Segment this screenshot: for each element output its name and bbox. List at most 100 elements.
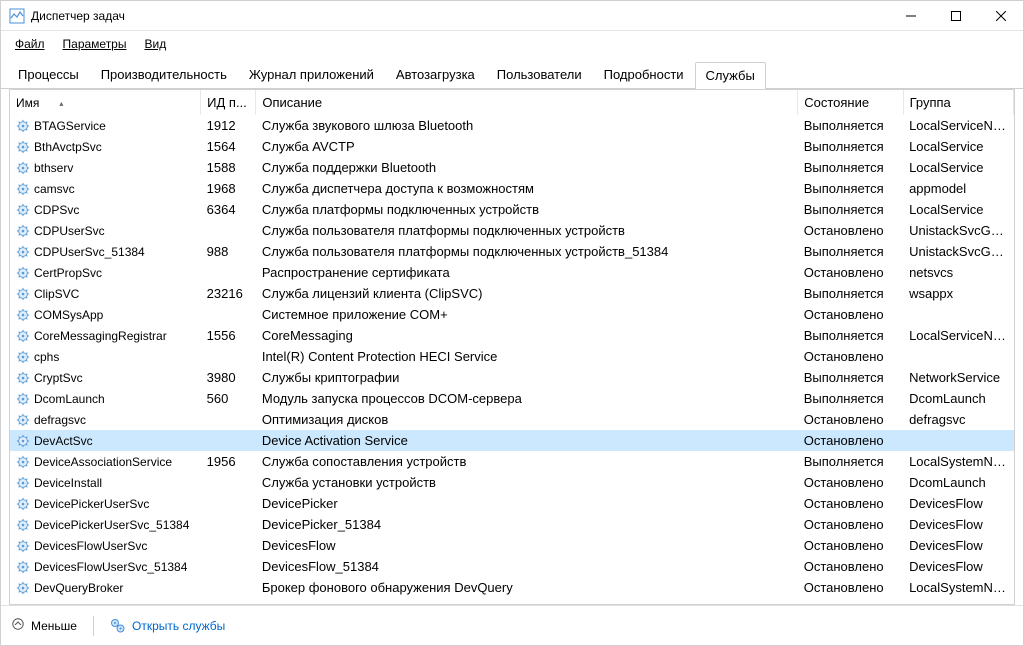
task-manager-window: Диспетчер задач Файл Параметры Вид Проце… bbox=[0, 0, 1024, 646]
cell-description: Системное приложение COM+ bbox=[256, 304, 798, 325]
tab-services[interactable]: Службы bbox=[695, 62, 766, 89]
cell-description: Служба платформы подключенных устройств bbox=[256, 199, 798, 220]
menu-options[interactable]: Параметры bbox=[55, 33, 135, 54]
table-row[interactable]: DeviceAssociationService1956Служба сопос… bbox=[10, 451, 1014, 472]
table-row[interactable]: DevQueryBrokerБрокер фонового обнаружени… bbox=[10, 577, 1014, 598]
open-services-link[interactable]: Открыть службы bbox=[110, 618, 225, 634]
cell-name: CDPUserSvc bbox=[10, 220, 201, 241]
table-row[interactable]: DevicePickerUserSvcDevicePickerОстановле… bbox=[10, 493, 1014, 514]
table-row[interactable]: cphsIntel(R) Content Protection HECI Ser… bbox=[10, 346, 1014, 367]
table-row[interactable]: CDPUserSvc_51384988Служба пользователя п… bbox=[10, 241, 1014, 262]
tab-details[interactable]: Подробности bbox=[593, 61, 695, 88]
column-header-name[interactable]: Имя▴ bbox=[10, 90, 201, 115]
cell-pid bbox=[201, 535, 256, 556]
cell-group: LocalServiceNe... bbox=[903, 115, 1013, 136]
cell-name: CDPSvc bbox=[10, 199, 201, 220]
table-row[interactable]: DevicesFlowUserSvc_51384DevicesFlow_5138… bbox=[10, 556, 1014, 577]
tab-startup[interactable]: Автозагрузка bbox=[385, 61, 486, 88]
table-row[interactable]: CDPUserSvcСлужба пользователя платформы … bbox=[10, 220, 1014, 241]
cell-name: DeviceAssociationService bbox=[10, 451, 201, 472]
cell-description: Служба пользователя платформы подключенн… bbox=[256, 241, 798, 262]
table-row[interactable]: COMSysAppСистемное приложение COM+Остано… bbox=[10, 304, 1014, 325]
cell-name: cphs bbox=[10, 346, 201, 367]
tab-users[interactable]: Пользователи bbox=[486, 61, 593, 88]
cell-group: DevicesFlow bbox=[903, 493, 1013, 514]
cell-state: Остановлено bbox=[798, 493, 903, 514]
service-gear-icon bbox=[16, 203, 30, 217]
fewer-details-button[interactable]: Меньше bbox=[11, 618, 77, 633]
cell-description: Модуль запуска процессов DCOM-сервера bbox=[256, 388, 798, 409]
cell-pid bbox=[201, 514, 256, 535]
window-title: Диспетчер задач bbox=[31, 9, 888, 23]
service-gear-icon bbox=[16, 245, 30, 259]
sort-asc-icon: ▴ bbox=[59, 99, 63, 108]
table-row[interactable]: BTAGService1912Служба звукового шлюза Bl… bbox=[10, 115, 1014, 136]
table-row[interactable]: camsvc1968Служба диспетчера доступа к во… bbox=[10, 178, 1014, 199]
cell-pid: 988 bbox=[201, 241, 256, 262]
table-row[interactable]: CertPropSvcРаспространение сертификатаОс… bbox=[10, 262, 1014, 283]
window-controls bbox=[888, 1, 1023, 30]
cell-group: netsvcs bbox=[903, 262, 1013, 283]
menu-view[interactable]: Вид bbox=[136, 33, 174, 54]
table-row[interactable]: bthserv1588Служба поддержки BluetoothВып… bbox=[10, 157, 1014, 178]
cell-name: ClipSVC bbox=[10, 283, 201, 304]
cell-state: Выполняется bbox=[798, 241, 903, 262]
services-table-wrap[interactable]: Имя▴ ИД п... Описание Состояние Группа B… bbox=[9, 89, 1015, 605]
cell-pid bbox=[201, 556, 256, 577]
service-gear-icon bbox=[16, 266, 30, 280]
cell-description: DevicePicker bbox=[256, 493, 798, 514]
service-gear-icon bbox=[16, 140, 30, 154]
table-row[interactable]: BthAvctpSvc1564Служба AVCTPВыполняетсяLo… bbox=[10, 136, 1014, 157]
minimize-button[interactable] bbox=[888, 1, 933, 30]
tab-app-history[interactable]: Журнал приложений bbox=[238, 61, 385, 88]
cell-description: Распространение сертификата bbox=[256, 262, 798, 283]
column-header-description[interactable]: Описание bbox=[256, 90, 798, 115]
cell-state: Остановлено bbox=[798, 409, 903, 430]
cell-group: defragsvc bbox=[903, 409, 1013, 430]
cell-group: UnistackSvcGro... bbox=[903, 241, 1013, 262]
service-gear-icon bbox=[16, 497, 30, 511]
column-header-group[interactable]: Группа bbox=[903, 90, 1013, 115]
service-gear-icon bbox=[16, 182, 30, 196]
table-row[interactable]: CryptSvc3980Службы криптографииВыполняет… bbox=[10, 367, 1014, 388]
services-icon bbox=[110, 618, 126, 634]
cell-state: Выполняется bbox=[798, 157, 903, 178]
cell-pid: 1956 bbox=[201, 451, 256, 472]
service-gear-icon bbox=[16, 329, 30, 343]
table-row[interactable]: CoreMessagingRegistrar1556CoreMessagingВ… bbox=[10, 325, 1014, 346]
table-row[interactable]: defragsvcОптимизация дисковОстановленоde… bbox=[10, 409, 1014, 430]
table-row[interactable]: DevicesFlowUserSvcDevicesFlowОстановлено… bbox=[10, 535, 1014, 556]
cell-name: CryptSvc bbox=[10, 367, 201, 388]
table-row[interactable]: DevActSvcDevice Activation ServiceОстано… bbox=[10, 430, 1014, 451]
table-row[interactable]: ClipSVC23216Служба лицензий клиента (Cli… bbox=[10, 283, 1014, 304]
cell-group: DevicesFlow bbox=[903, 535, 1013, 556]
cell-group bbox=[903, 430, 1013, 451]
service-gear-icon bbox=[16, 413, 30, 427]
table-row[interactable]: DeviceInstallСлужба установки устройствО… bbox=[10, 472, 1014, 493]
tab-performance[interactable]: Производительность bbox=[90, 61, 238, 88]
table-row[interactable]: DevicePickerUserSvc_51384DevicePicker_51… bbox=[10, 514, 1014, 535]
cell-name: DevicePickerUserSvc_51384 bbox=[10, 514, 201, 535]
cell-pid bbox=[201, 493, 256, 514]
cell-group: LocalSystemNe... bbox=[903, 451, 1013, 472]
cell-group: UnistackSvcGro... bbox=[903, 220, 1013, 241]
cell-description: Оптимизация дисков bbox=[256, 409, 798, 430]
close-button[interactable] bbox=[978, 1, 1023, 30]
menu-file[interactable]: Файл bbox=[7, 33, 53, 54]
column-header-state[interactable]: Состояние bbox=[798, 90, 903, 115]
cell-group: LocalService bbox=[903, 157, 1013, 178]
cell-group bbox=[903, 304, 1013, 325]
cell-pid: 1556 bbox=[201, 325, 256, 346]
tab-processes[interactable]: Процессы bbox=[7, 61, 90, 88]
column-header-pid[interactable]: ИД п... bbox=[201, 90, 256, 115]
cell-state: Выполняется bbox=[798, 115, 903, 136]
cell-name: DcomLaunch bbox=[10, 388, 201, 409]
cell-pid bbox=[201, 304, 256, 325]
cell-description: Служба AVCTP bbox=[256, 136, 798, 157]
service-gear-icon bbox=[16, 581, 30, 595]
table-row[interactable]: DcomLaunch560Модуль запуска процессов DC… bbox=[10, 388, 1014, 409]
cell-group bbox=[903, 346, 1013, 367]
table-row[interactable]: CDPSvc6364Служба платформы подключенных … bbox=[10, 199, 1014, 220]
cell-pid: 1968 bbox=[201, 178, 256, 199]
maximize-button[interactable] bbox=[933, 1, 978, 30]
